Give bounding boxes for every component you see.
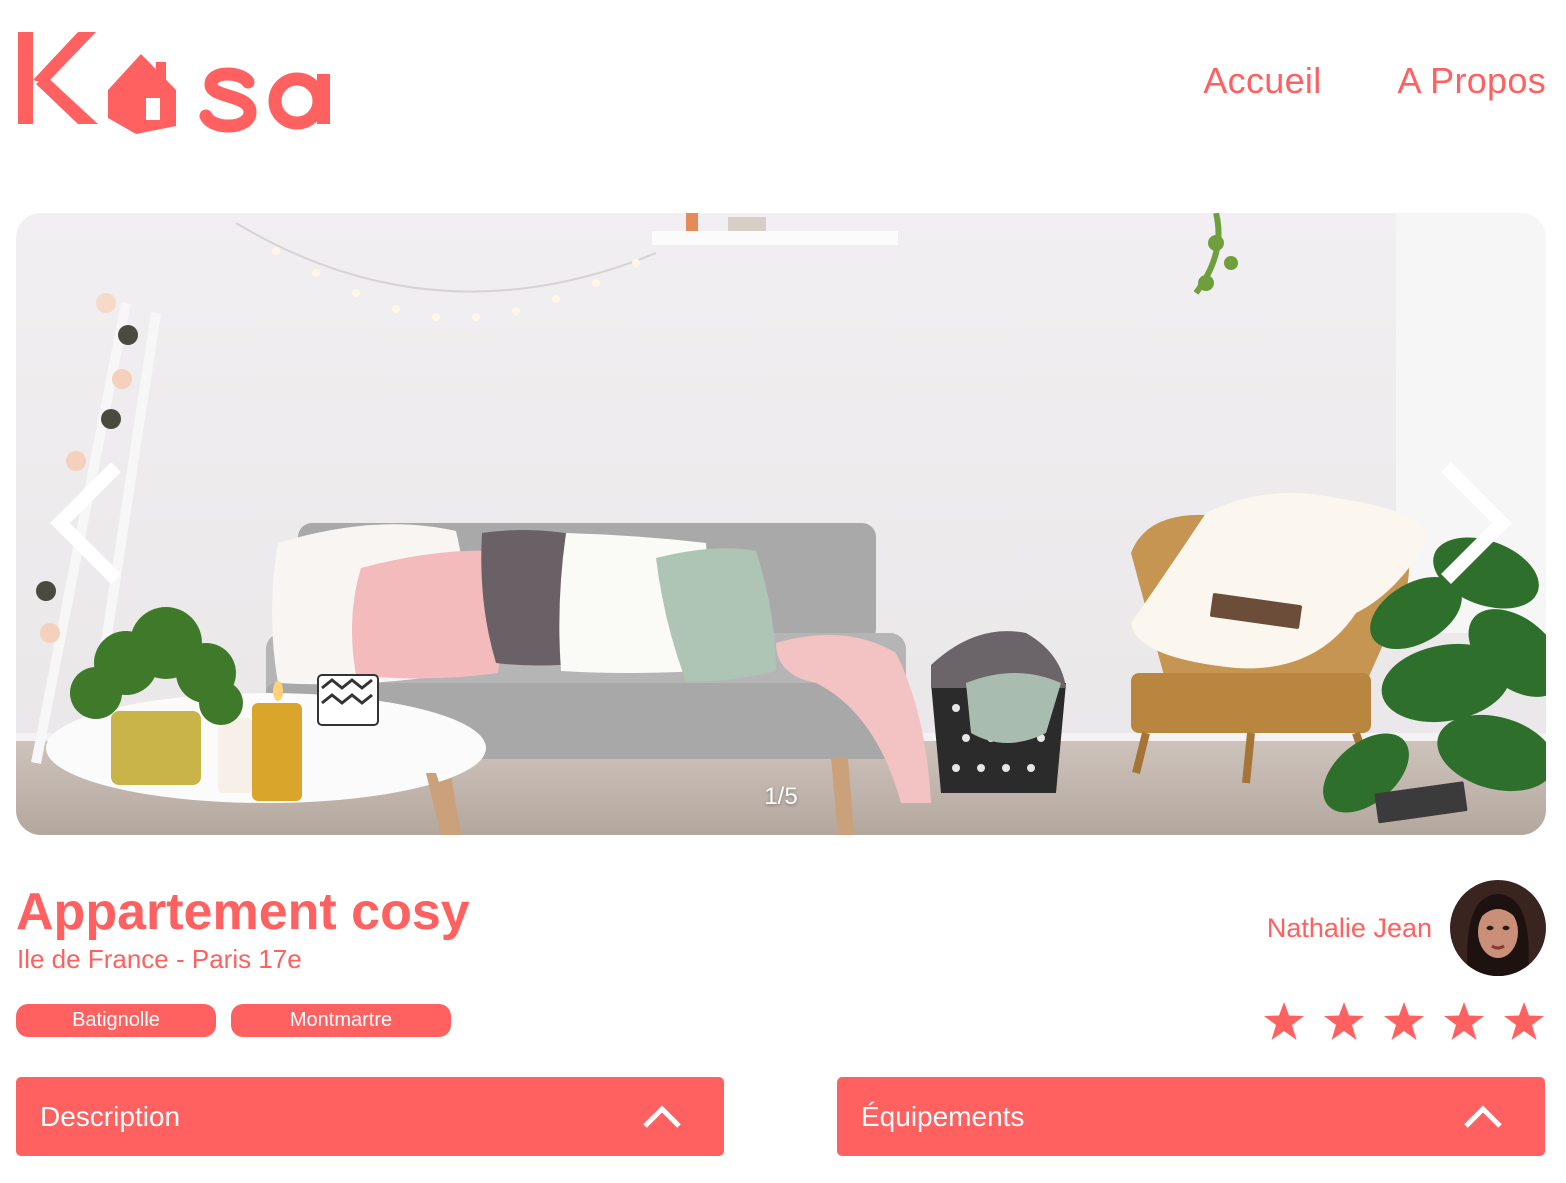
- host-avatar: [1450, 880, 1546, 976]
- chevron-up-icon[interactable]: [642, 1104, 682, 1129]
- collapse-equipments[interactable]: Équipements: [837, 1077, 1545, 1156]
- tag: Batignolle: [16, 1004, 216, 1037]
- nav-home-link[interactable]: Accueil: [1203, 60, 1321, 102]
- star-icon: [1384, 1002, 1424, 1040]
- listing-photo: [16, 213, 1546, 835]
- listing-title: Appartement cosy: [16, 883, 470, 941]
- chevron-left-icon: [50, 462, 121, 584]
- main-nav: Accueil A Propos: [1203, 60, 1546, 102]
- gallery-prev-button[interactable]: [46, 461, 126, 585]
- nav-about-link[interactable]: A Propos: [1398, 60, 1547, 102]
- chevron-up-icon[interactable]: [1463, 1104, 1503, 1129]
- header: Accueil A Propos: [16, 28, 1546, 134]
- kasa-logo[interactable]: [16, 28, 336, 134]
- chevron-right-icon: [1441, 462, 1512, 584]
- gallery-next-button[interactable]: [1436, 461, 1516, 585]
- host-name: Nathalie Jean: [1266, 912, 1432, 943]
- listing-location: Ile de France - Paris 17e: [17, 944, 302, 974]
- star-icon: [1504, 1002, 1544, 1040]
- star-icon: [1324, 1002, 1364, 1040]
- rating: [1264, 1002, 1544, 1040]
- collapse-title: Équipements: [861, 1100, 1025, 1132]
- image-gallery: 1/5: [16, 213, 1546, 835]
- star-icon: [1444, 1002, 1484, 1040]
- gallery-counter: 1/5: [764, 783, 798, 810]
- host-info: Nathalie Jean: [1267, 880, 1546, 976]
- star-icon: [1264, 1002, 1304, 1040]
- tag: Montmartre: [231, 1004, 451, 1037]
- collapse-description[interactable]: Description: [16, 1077, 724, 1156]
- collapse-title: Description: [40, 1100, 181, 1132]
- tag-list: Batignolle Montmartre: [16, 1004, 451, 1037]
